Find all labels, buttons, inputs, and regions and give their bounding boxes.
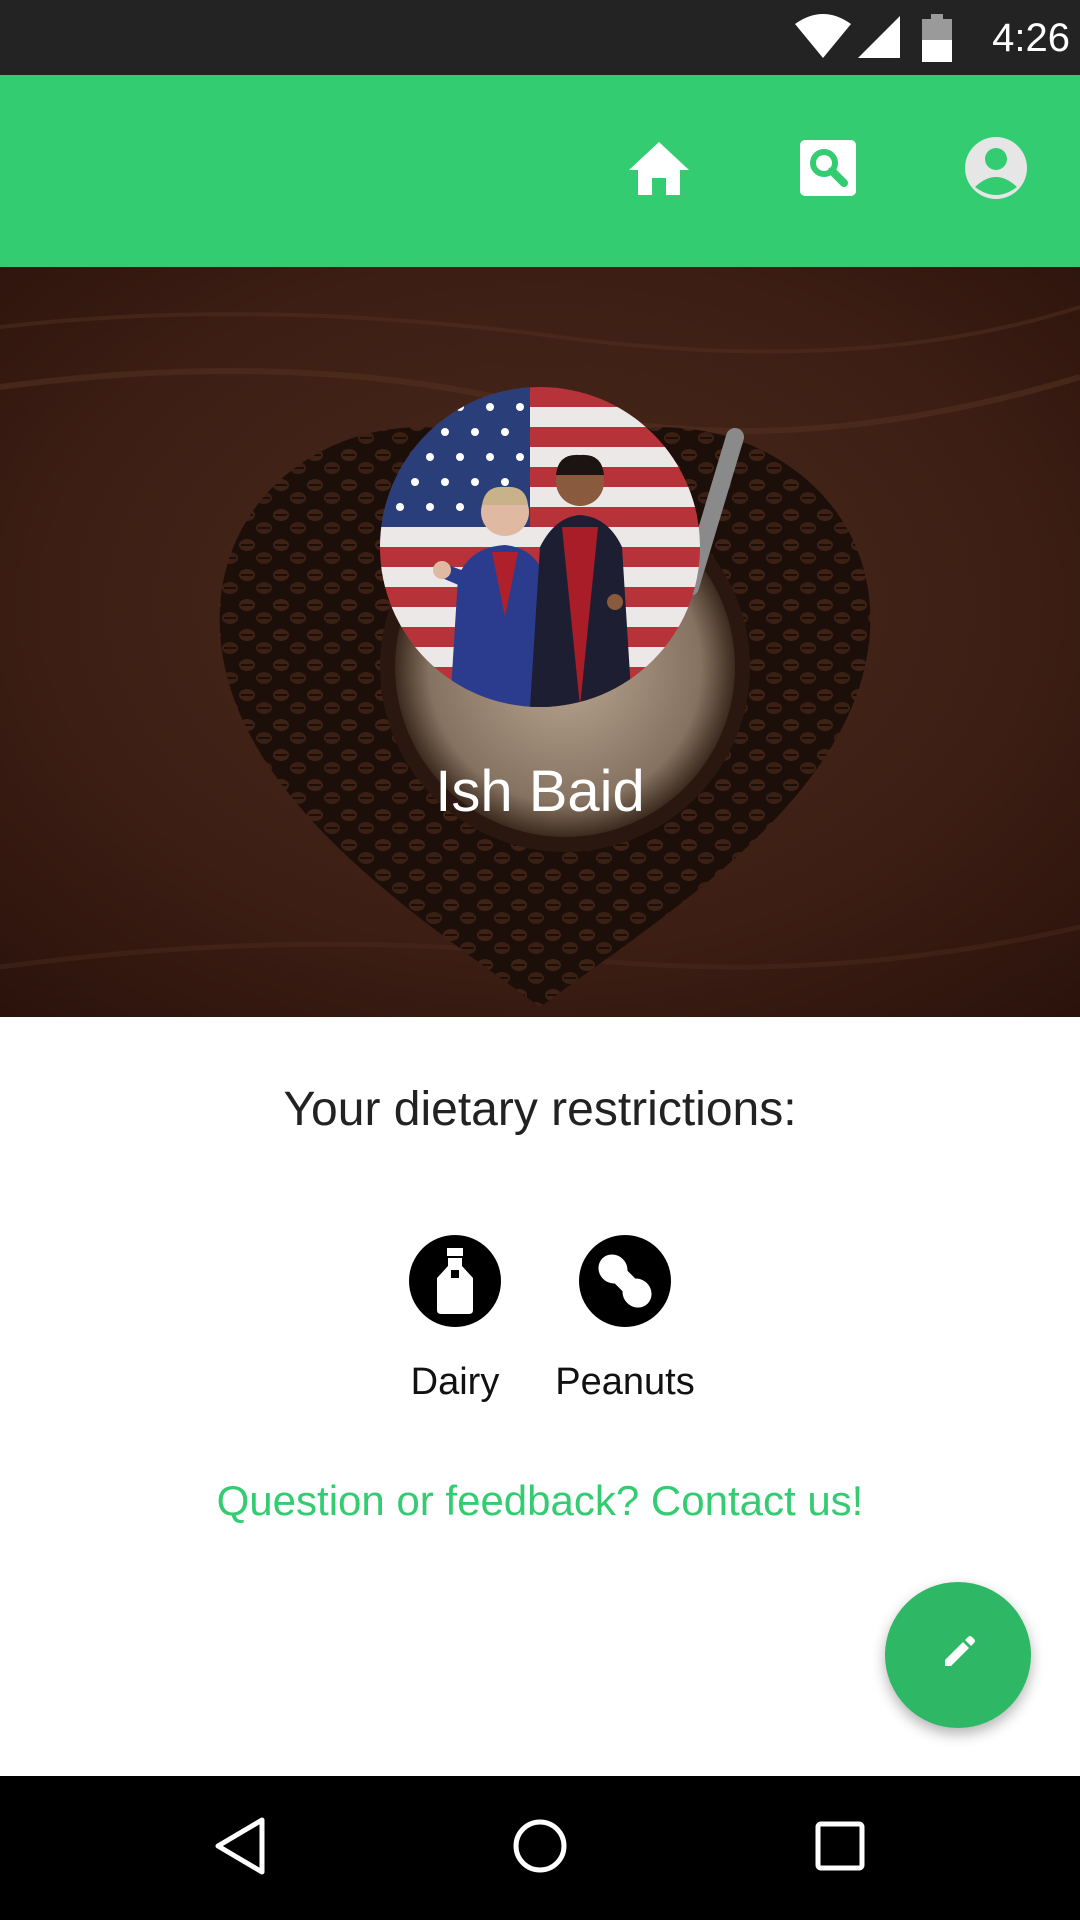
wifi-icon bbox=[794, 14, 852, 64]
search-button[interactable] bbox=[763, 105, 893, 235]
home-button[interactable] bbox=[594, 105, 724, 235]
restriction-label: Dairy bbox=[410, 1361, 500, 1403]
profile-button[interactable] bbox=[931, 105, 1061, 235]
avatar bbox=[380, 387, 700, 707]
profile-header: Ish Baid bbox=[0, 267, 1080, 1017]
app-bar bbox=[0, 75, 1080, 267]
profile-screen: 4:26 Ish Baid Your dietary restrictions:… bbox=[0, 0, 1080, 1920]
restriction-peanuts[interactable]: Peanuts bbox=[545, 1235, 705, 1415]
edit-fab-button[interactable] bbox=[885, 1582, 1031, 1728]
profile-photo bbox=[380, 387, 700, 707]
home-circle-icon bbox=[512, 1818, 568, 1878]
back-button[interactable] bbox=[190, 1798, 290, 1898]
dietary-restrictions-title: Your dietary restrictions: bbox=[283, 1083, 797, 1136]
signal-icon bbox=[856, 14, 902, 64]
restriction-dairy[interactable]: Dairy bbox=[375, 1235, 535, 1415]
search-icon bbox=[800, 140, 856, 200]
battery-icon bbox=[922, 14, 952, 66]
back-icon bbox=[212, 1816, 268, 1880]
edit-pencil-icon bbox=[941, 1636, 975, 1674]
account-circle-icon bbox=[965, 137, 1027, 203]
milk-bottle-icon bbox=[409, 1235, 501, 1327]
clock-time: 4:26 bbox=[992, 16, 1070, 60]
status-bar: 4:26 bbox=[0, 0, 1080, 75]
system-navigation-bar bbox=[0, 1776, 1080, 1920]
profile-name: Ish Baid bbox=[435, 759, 645, 824]
contact-us-link[interactable]: Question or feedback? Contact us! bbox=[140, 1468, 940, 1534]
peanut-icon bbox=[579, 1235, 671, 1327]
home-icon bbox=[628, 140, 690, 200]
restriction-label: Peanuts bbox=[555, 1361, 695, 1403]
recents-icon bbox=[814, 1820, 866, 1876]
recents-button[interactable] bbox=[790, 1798, 890, 1898]
system-home-button[interactable] bbox=[490, 1798, 590, 1898]
